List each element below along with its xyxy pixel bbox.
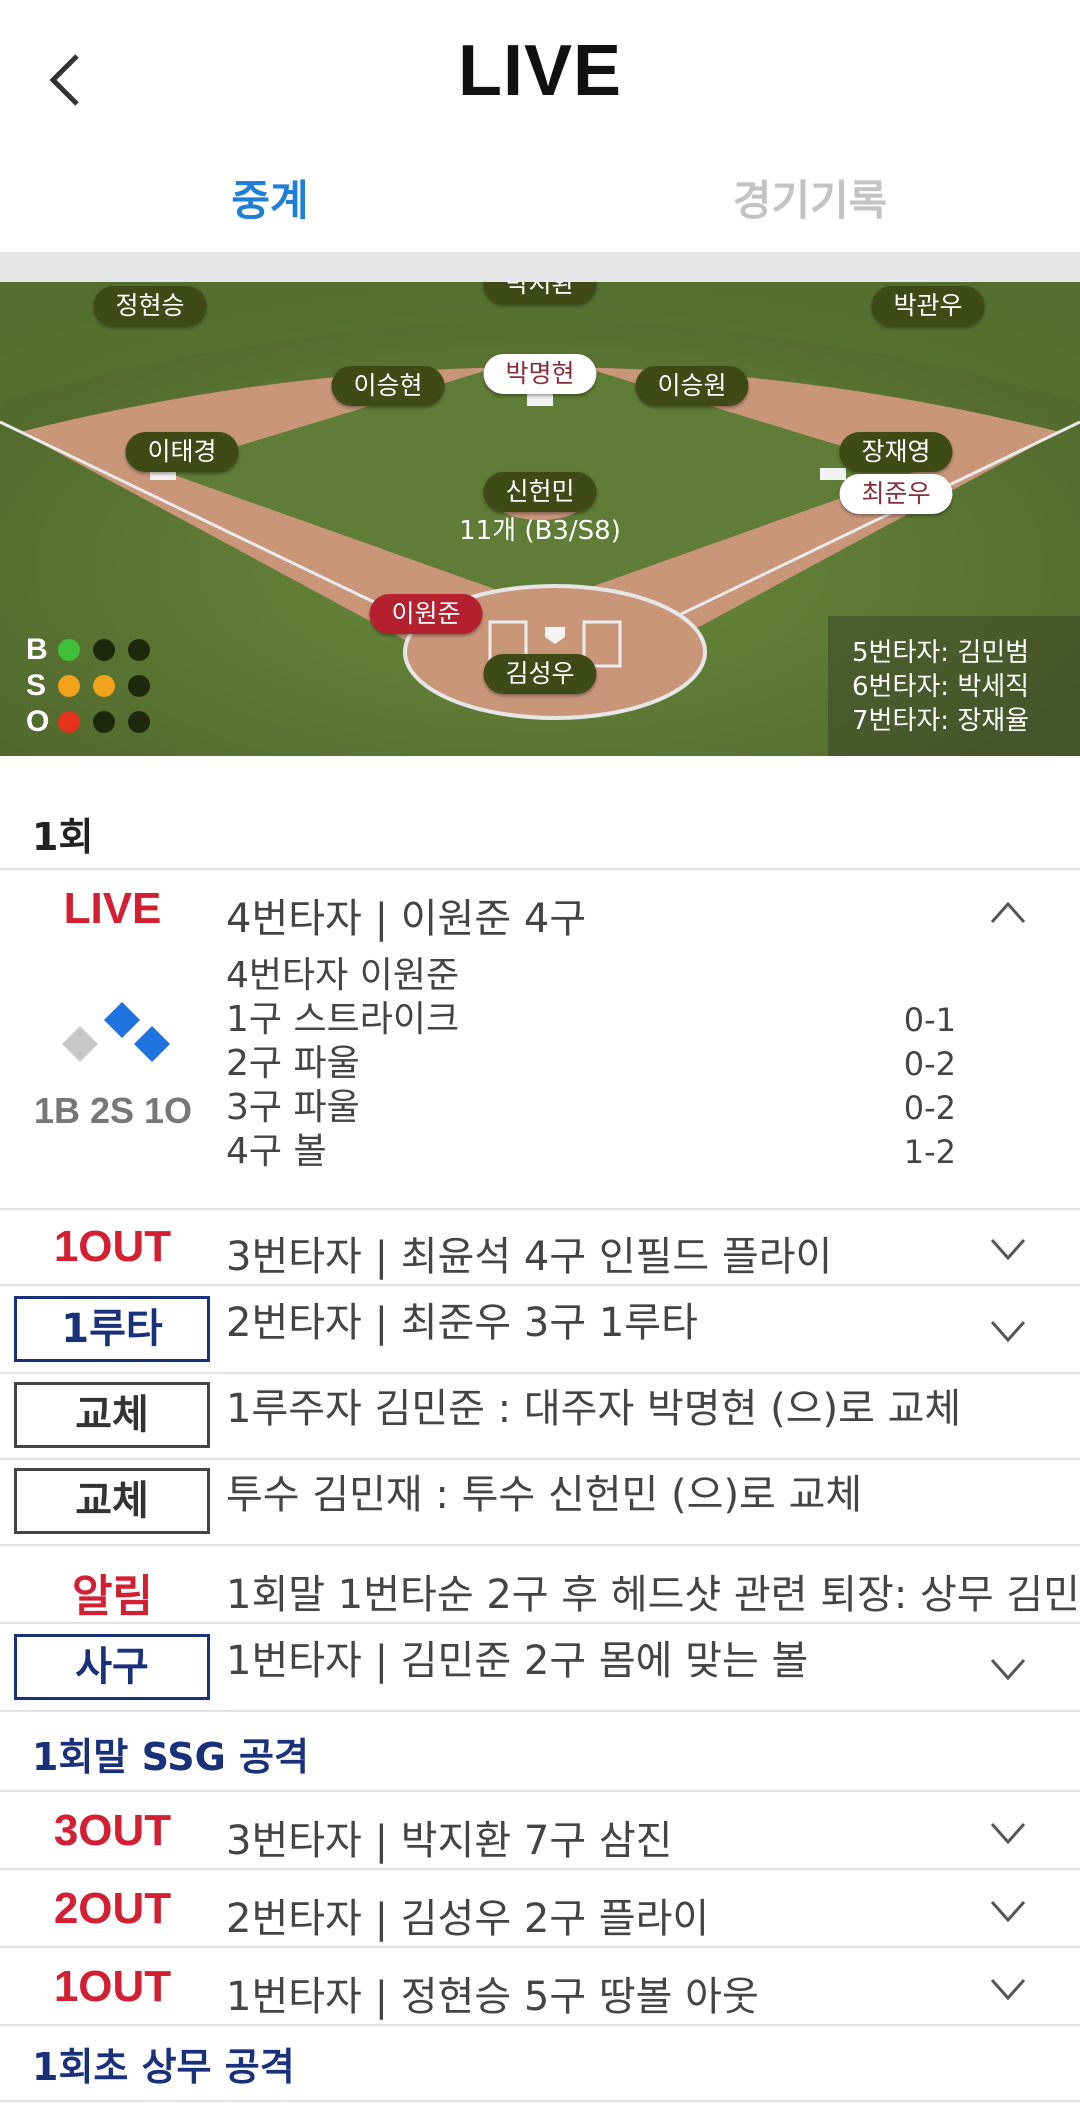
base-diamond-icon xyxy=(62,1002,170,1062)
play-tag: 1OUT xyxy=(53,1222,172,1271)
ball-row: B xyxy=(26,632,163,668)
live-tag: LIVE xyxy=(63,884,162,933)
runner-chip-first: 최준우 xyxy=(839,474,953,514)
play-text: 3번타자 | 최윤석 4구 인필드 플라이 xyxy=(226,1234,833,1280)
top-bar: LIVE xyxy=(0,0,1080,150)
out-dot xyxy=(128,711,150,733)
play-tag-box: 교체 xyxy=(14,1468,210,1534)
chevron-down-icon[interactable] xyxy=(990,1978,1026,2002)
play-text: 투수 김민재 : 투수 신헌민 (으)로 교체 xyxy=(226,1472,863,1518)
pitch-desc: 1구 스트라이크 xyxy=(226,999,460,1040)
tab-divider xyxy=(0,252,1080,282)
play-row: 교체 투수 김민재 : 투수 신헌민 (으)로 교체 xyxy=(0,1460,1080,1546)
strike-dot xyxy=(58,675,80,697)
play-tag: 1OUT xyxy=(53,1962,172,2011)
runner-chip-second: 박명현 xyxy=(483,354,597,394)
tab-game-record[interactable]: 경기기록 xyxy=(540,150,1080,252)
play-row[interactable]: 2OUT 2번타자 | 김성우 2구 플라이 xyxy=(0,1870,1080,1948)
pitch-count-label: 11개 (B3/S8) xyxy=(459,516,621,546)
play-tag-box: 사구 xyxy=(14,1634,210,1700)
out-label: O xyxy=(26,705,50,738)
play-tag: 3OUT xyxy=(53,1806,172,1855)
player-chip-left-field: 정현승 xyxy=(93,286,207,326)
out-dot xyxy=(58,711,80,733)
player-chip-center-field: 박지환 xyxy=(483,282,597,304)
player-chip-third-base: 이태경 xyxy=(125,432,239,472)
play-text: 3번타자 | 박지환 7구 삼진 xyxy=(226,1818,673,1864)
strike-row: S xyxy=(26,668,163,704)
pitch-desc: 4구 볼 xyxy=(226,1131,327,1172)
pitch-count: 0-2 xyxy=(903,1045,956,1083)
next-batter: 7번타자: 장재율 xyxy=(852,706,1030,736)
section-header: 1회말 SSG 공격 xyxy=(32,1735,309,1779)
play-row[interactable]: 1OUT 3번타자 | 최윤석 4구 인필드 플라이 xyxy=(0,1210,1080,1286)
chevron-down-icon[interactable] xyxy=(990,1320,1026,1344)
chevron-down-icon[interactable] xyxy=(990,1900,1026,1924)
ball-dot xyxy=(128,639,150,661)
batter-chip: 이원준 xyxy=(369,594,483,634)
tab-bar: 중계 경기기록 xyxy=(0,150,1080,252)
ball-label: B xyxy=(26,633,48,666)
chevron-up-icon[interactable] xyxy=(990,900,1026,924)
play-tag-box: 교체 xyxy=(14,1382,210,1448)
live-play-row[interactable]: LIVE 4번타자 | 이원준 4구 4번타자 이원준 1구 스트라이크 2구 … xyxy=(0,870,1080,1210)
play-row: 교체 1루주자 김민준 : 대주자 박명현 (으)로 교체 xyxy=(0,1374,1080,1460)
field-view: 박지환 정현승 박관우 이승현 박명현 이승원 이태경 장재영 최준우 신헌민 … xyxy=(0,282,1080,756)
player-chip-right-field: 박관우 xyxy=(871,286,985,326)
pitch-counts: 0-1 0-2 0-2 1-2 xyxy=(880,998,956,1174)
chevron-down-icon[interactable] xyxy=(990,1658,1026,1682)
play-row: 알림 1회말 1번타순 2구 후 헤드샷 관련 퇴장: 상무 김민재 xyxy=(0,1546,1080,1624)
player-chip-shortstop: 이승현 xyxy=(331,366,445,406)
chevron-down-icon[interactable] xyxy=(990,1238,1026,1262)
strike-dot xyxy=(128,675,150,697)
play-row[interactable]: 1OUT 1번타자 | 정현승 5구 땅볼 아웃 xyxy=(0,1948,1080,2026)
play-text: 1루주자 김민준 : 대주자 박명현 (으)로 교체 xyxy=(226,1386,962,1432)
player-chip-second-base: 이승원 xyxy=(635,366,749,406)
page-title: LIVE xyxy=(457,31,623,111)
pitch-count: 0-2 xyxy=(903,1089,956,1127)
play-summary: 4번타자 | 이원준 4구 xyxy=(226,896,587,942)
pitch-count: 0-1 xyxy=(903,1001,956,1039)
ball-dot xyxy=(93,639,115,661)
section-header: 1회초 상무 공격 xyxy=(32,2045,295,2089)
play-text: 1번타자 | 김민준 2구 몸에 맞는 볼 xyxy=(226,1638,809,1684)
player-chip-first-base: 장재영 xyxy=(839,432,953,472)
play-row[interactable]: 사구 1번타자 | 김민준 2구 몸에 맞는 볼 xyxy=(0,1624,1080,1712)
play-text: 2번타자 | 김성우 2구 플라이 xyxy=(226,1896,710,1942)
ball-dot xyxy=(58,639,80,661)
pitch-list: 4번타자 이원준 1구 스트라이크 2구 파울 3구 파울 4구 볼 xyxy=(226,954,459,1174)
chevron-down-icon[interactable] xyxy=(990,1822,1026,1846)
bso-indicator: B S O xyxy=(26,632,163,740)
out-row: O xyxy=(26,704,163,740)
pitch-desc: 2구 파울 xyxy=(226,1043,360,1084)
pitch-count: 1-2 xyxy=(903,1133,956,1171)
strike-label: S xyxy=(26,669,47,702)
divider xyxy=(0,2100,1080,2102)
next-batters-panel: 5번타자: 김민범 6번타자: 박세직 7번타자: 장재율 xyxy=(828,616,1080,756)
next-batter: 6번타자: 박세직 xyxy=(852,672,1030,702)
play-text: 1회말 1번타순 2구 후 헤드샷 관련 퇴장: 상무 김민재 xyxy=(226,1572,1080,1618)
tab-broadcast[interactable]: 중계 xyxy=(0,150,540,252)
play-text: 2번타자 | 최준우 3구 1루타 xyxy=(226,1300,698,1346)
batter-line: 4번타자 이원준 xyxy=(226,955,460,996)
play-tag: 2OUT xyxy=(53,1884,172,1933)
next-batter: 5번타자: 김민범 xyxy=(852,638,1030,668)
player-chip-pitcher: 신헌민 xyxy=(483,472,597,512)
play-text: 1번타자 | 정현승 5구 땅볼 아웃 xyxy=(226,1974,759,2020)
play-row[interactable]: 1루타 2번타자 | 최준우 3구 1루타 xyxy=(0,1286,1080,1374)
play-tag: 알림 xyxy=(72,1572,153,1621)
out-dot xyxy=(93,711,115,733)
strike-dot xyxy=(93,675,115,697)
play-row[interactable]: 3OUT 3번타자 | 박지환 7구 삼진 xyxy=(0,1792,1080,1870)
pitch-desc: 3구 파울 xyxy=(226,1087,360,1128)
play-tag-box: 1루타 xyxy=(14,1296,210,1362)
count-summary: 1B 2S 1O xyxy=(33,1090,193,1131)
player-chip-catcher: 김성우 xyxy=(483,654,597,694)
inning-header: 1회 xyxy=(32,815,94,859)
